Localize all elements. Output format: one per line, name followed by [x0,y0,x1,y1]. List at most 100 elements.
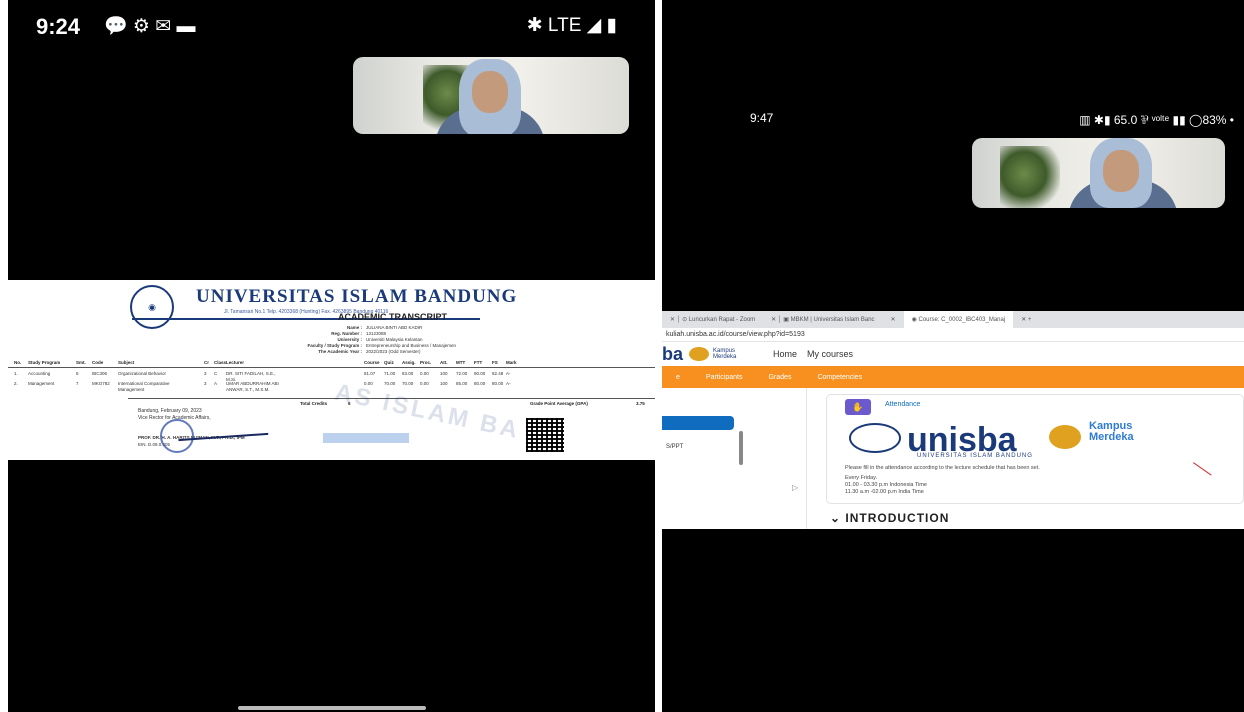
table-cell: 80.00 [492,381,504,386]
tab-new[interactable]: ✕ + [1013,311,1039,328]
column-header: Smt. [76,360,86,365]
tab-grades[interactable]: Grades [768,374,791,381]
table-cell: UMAR ABDURRAHIM ABI ANWAR, S.T., M.S.M. [226,381,279,392]
column-header: Lecturer [226,360,245,365]
table-cell: 0.00 [420,381,429,386]
kampus-merdeka-logo: Kampus Merdeka [713,348,737,360]
attendance-note: Please fill in the attendance according … [845,465,1040,495]
annotation-mark [1184,462,1212,488]
column-header: Study Program [28,360,61,365]
student-info: Name : JULIANA BINTI ABD KADIR Reg. Numbe… [307,325,457,354]
nav-my-courses[interactable]: My courses [807,349,853,359]
table-cell: A- [506,371,511,376]
attendance-icon: ✋ [845,399,871,415]
redacted-area [323,433,409,443]
table-cell: A- [506,381,511,386]
table-cell: MKO782 [92,381,110,386]
table-cell: 82.48 [492,371,504,376]
tab-close[interactable]: ✕ │ ⊙ Luncurkan Rapat - Zoom [662,311,763,328]
drawer-item[interactable]: S/PPT [666,444,683,450]
university-name: UNIVERSITAS ISLAM BANDUNG [196,286,518,307]
table-cell: 7 [76,381,79,386]
table-cell: 81.07 [364,371,376,376]
column-header: Att. [440,360,448,365]
university-seal-icon: ◉ [130,285,174,329]
table-cell: 70.00 [402,381,414,386]
column-header: Subject [118,360,135,365]
column-header: MTT [456,360,466,365]
drawer-active-item[interactable] [662,416,734,430]
tab-close-icon[interactable]: ✕ [883,311,904,328]
column-header: FTT [474,360,483,365]
qr-code-icon [526,418,564,452]
table-cell: A [214,381,218,386]
cursor-icon: ▷ [792,483,799,492]
tab-participants[interactable]: Participants [706,374,743,381]
section-introduction[interactable]: ⌄ INTRODUCTION [830,511,949,525]
table-cell: 80.00 [474,381,486,386]
column-header: Code [92,360,104,365]
table-cell: 0.00 [420,371,429,376]
site-logo[interactable]: ba [662,344,683,365]
status-time: 9:24 [36,14,81,39]
video-thumbnail[interactable] [972,138,1225,208]
tab-course[interactable]: ◉ Course: C_0002_IBC403_Manaj [903,311,1014,328]
browser-window: ✕ │ ⊙ Luncurkan Rapat - Zoom ✕ │ ▣ MBKM … [662,311,1244,529]
table-cell: C [214,371,218,376]
transcript-title: ACADEMIC TRANSCRIPT [338,312,447,322]
table-cell: IBC306 [92,371,108,376]
status-notification-icons: 💬 ⚙ ✉ ▬ [104,16,196,37]
column-header: Mark [506,360,517,365]
table-cell: 72.00 [456,371,468,376]
column-header: Quiz [384,360,394,365]
status-signal-icons: ✱ LTE ◢ ▮ [526,15,617,36]
video-thumbnail[interactable] [353,57,629,134]
scrollbar[interactable] [739,431,743,465]
unisba-seal-icon [849,423,901,453]
column-header: Proc. [420,360,432,365]
column-header: Course [364,360,380,365]
course-tabs: e Participants Grades Competencies [662,366,1244,388]
tab-competencies[interactable]: Competencies [817,374,862,381]
table-cell: 83.00 [402,371,414,376]
table-cell: International Comparative Management [118,381,170,392]
browser-tabs: ✕ │ ⊙ Luncurkan Rapat - Zoom ✕ │ ▣ MBKM … [662,311,1244,328]
nav-home[interactable]: Home [773,349,797,359]
table-cell: 3 [204,371,207,376]
table-cell: 100 [440,371,448,376]
column-header: Class [214,360,227,365]
attendance-card[interactable]: ✋ Attendance unisba UNIVERSITAS ISLAM BA… [826,394,1244,504]
transcript-document: ◉ UNIVERSITAS ISLAM BANDUNG Jl. Tamansar… [8,280,655,460]
seal-icon [689,347,710,361]
merdeka-seal-icon [1049,425,1081,449]
kampus-merdeka-wordmark: Kampus Merdeka [1089,420,1134,443]
column-header: Cr [204,360,210,365]
table-header: No. Study Program Smt. Code Subject Cr Class Le… [8,358,655,368]
table-cell: 1. [14,371,18,376]
right-phone-screen: 9:47 ▥ ✱▮ 65.0 ⅌ ᵛᵒˡᵗᵉ ▮▮ ◯83% • ✕ │ ⊙ L… [662,0,1244,712]
unisba-subtitle: UNIVERSITAS ISLAM BANDUNG [917,453,1033,459]
left-phone-screen: 9:24 💬 ⚙ ✉ ▬ ✱ LTE ◢ ▮ ◉ UNIVERSITAS ISL… [8,0,655,712]
attendance-link[interactable]: Attendance [885,401,920,408]
table-cell: 70.00 [384,381,396,386]
column-header: FS [492,360,498,365]
table-cell: 90.00 [474,371,486,376]
table-cell: Accounting [28,371,51,376]
column-header: No. [14,360,22,365]
status-time: 9:47 [750,111,774,125]
tab-mbkm[interactable]: ✕ │ ▣ MBKM | Universitas Islam Banc [763,311,882,328]
course-index-drawer: S/PPT ▷ [662,388,807,529]
tab-course-partial[interactable]: e [676,374,680,381]
table-cell: 3 [204,381,207,386]
table-cell: Management [28,381,55,386]
table-cell: 71.00 [384,371,396,376]
status-signal-icons: ▥ ✱▮ 65.0 ⅌ ᵛᵒˡᵗᵉ ▮▮ ◯83% • [1079,113,1234,127]
home-gesture-bar[interactable] [238,706,426,710]
table-cell: 2. [14,381,18,386]
address-bar[interactable]: kuliah.unisba.ac.id/course/view.php?id=5… [662,328,1244,342]
table-cell: Organizational Behavior [118,371,167,376]
table-cell: 85.00 [456,381,468,386]
table-cell: 100 [440,381,448,386]
site-navbar: ba Kampus Merdeka Home My courses [662,342,1244,366]
table-cell: 5 [76,371,79,376]
